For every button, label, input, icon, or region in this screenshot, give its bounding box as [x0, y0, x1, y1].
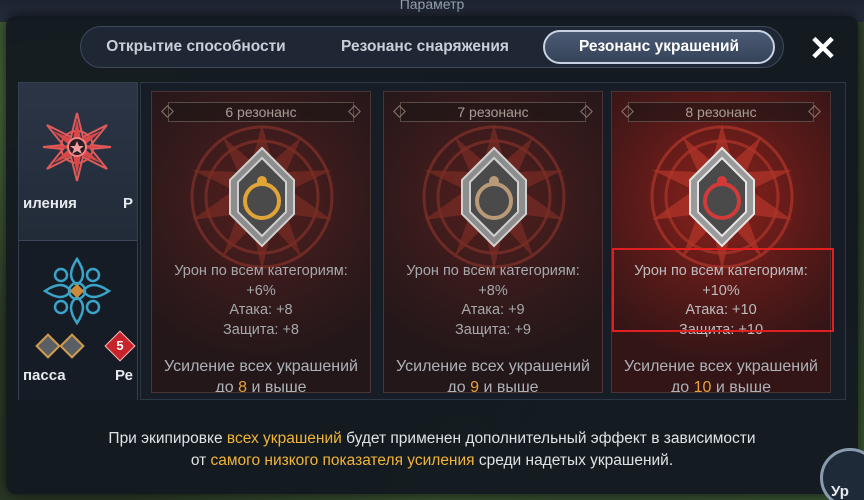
requirement-line: до 10 и выше [612, 377, 830, 393]
note-text: будет применен дополнительный эффект в з… [341, 430, 756, 447]
card-title: 8 резонанс [621, 102, 821, 122]
tab-equipment-resonance[interactable]: Резонанс снаряжения [307, 30, 543, 64]
card-requirement: Усиление всех украшений до 9 и выше [384, 356, 602, 393]
requirement-suffix: и выше [479, 379, 539, 393]
stat-line: +8% [478, 282, 508, 299]
requirement-line: Усиление всех украшений [164, 358, 358, 375]
tab-accessory-resonance[interactable]: Резонанс украшений [543, 30, 775, 64]
stat-line: Атака: +9 [461, 302, 525, 318]
stat-line: Защита: +8 [223, 321, 299, 338]
requirement-prefix: до [447, 379, 471, 393]
corner-button-label: Ур [831, 483, 849, 500]
count-badge-value: 5 [116, 338, 124, 353]
note-text: от [190, 452, 211, 469]
requirement-suffix: и выше [711, 379, 772, 393]
requirement-suffix: и выше [247, 379, 307, 393]
note-highlight: всех украшений [226, 430, 342, 447]
gem-slots [35, 333, 85, 359]
requirement-line: Усиление всех украшений [396, 358, 590, 375]
category-list: иления Р 5 пасса Ре [18, 82, 138, 401]
resonance-card-6[interactable]: 6 резонанс Урон по всем категориям: +6% … [151, 91, 371, 393]
note-line-2: от самого низкого показателя усиления ср… [20, 450, 844, 472]
category-item-compass[interactable]: 5 пасса Ре [19, 241, 137, 401]
note-highlight: самого низкого показателя усиления [210, 452, 475, 469]
card-stats: Урон по всем категориям: +6% Атака: +8 З… [152, 262, 370, 340]
stat-line: +6% [246, 282, 276, 299]
close-icon[interactable]: ✕ [806, 32, 840, 66]
info-note: При экипировке всех украшений будет прим… [20, 428, 844, 472]
stat-line: Урон по всем категориям: [174, 263, 348, 279]
note-text: среди надетых украшений. [474, 452, 674, 469]
requirement-prefix: до [670, 379, 694, 393]
requirement-prefix: до [215, 379, 239, 393]
card-stats: Урон по всем категориям: +8% Атака: +9 З… [384, 262, 602, 340]
requirement-number: 8 [238, 379, 248, 393]
card-requirement: Усиление всех украшений до 8 и выше [152, 356, 370, 393]
note-text: При экипировке [108, 430, 227, 447]
tab-bar: Открытие способности Резонанс снаряжения… [80, 26, 784, 68]
requirement-number: 10 [693, 379, 712, 393]
ring-emblem-icon [190, 124, 334, 270]
stat-line: Урон по всем категориям: [406, 263, 580, 279]
note-line-1: При экипировке всех украшений будет прим… [20, 428, 844, 450]
card-title-text: 6 резонанс [225, 104, 297, 120]
requirement-line: до 9 и выше [384, 377, 602, 393]
category-item-enhancement[interactable]: иления Р [19, 83, 137, 241]
gem-slot-icon [35, 333, 61, 359]
category-label-right: Ре [115, 367, 133, 384]
tab-ability-unlock[interactable]: Открытие способности [85, 30, 307, 64]
top-strip-text: Параметр [399, 0, 465, 12]
category-label-left: иления [23, 195, 77, 212]
stat-line: Атака: +8 [229, 302, 293, 318]
requirement-line: до 8 и выше [152, 377, 370, 393]
stat-line: Защита: +9 [455, 321, 531, 338]
ring-emblem-icon [422, 124, 566, 270]
requirement-number: 9 [470, 379, 480, 393]
resonance-card-7[interactable]: 7 резонанс Урон по всем категориям: +8% … [383, 91, 603, 393]
selection-highlight-box [612, 248, 834, 332]
card-title-text: 7 резонанс [457, 104, 529, 120]
blue-cross-emblem-icon [42, 256, 112, 326]
category-label-right: Р [122, 195, 133, 212]
resonance-card-8[interactable]: 8 резонанс Урон по всем категориям: +10%… [611, 91, 831, 393]
gem-slot-icon [59, 333, 85, 359]
card-title: 6 резонанс [161, 102, 361, 122]
count-badge: 5 [104, 330, 136, 362]
card-title-text: 8 резонанс [685, 104, 757, 120]
resonance-cards: 6 резонанс Урон по всем категориям: +6% … [140, 82, 846, 400]
card-title: 7 резонанс [393, 102, 593, 122]
category-label-left: пасса [23, 367, 66, 384]
red-star-emblem-icon [42, 112, 112, 182]
card-requirement: Усиление всех украшений до 10 и выше [612, 356, 830, 393]
requirement-line: Усиление всех украшений [624, 358, 818, 375]
